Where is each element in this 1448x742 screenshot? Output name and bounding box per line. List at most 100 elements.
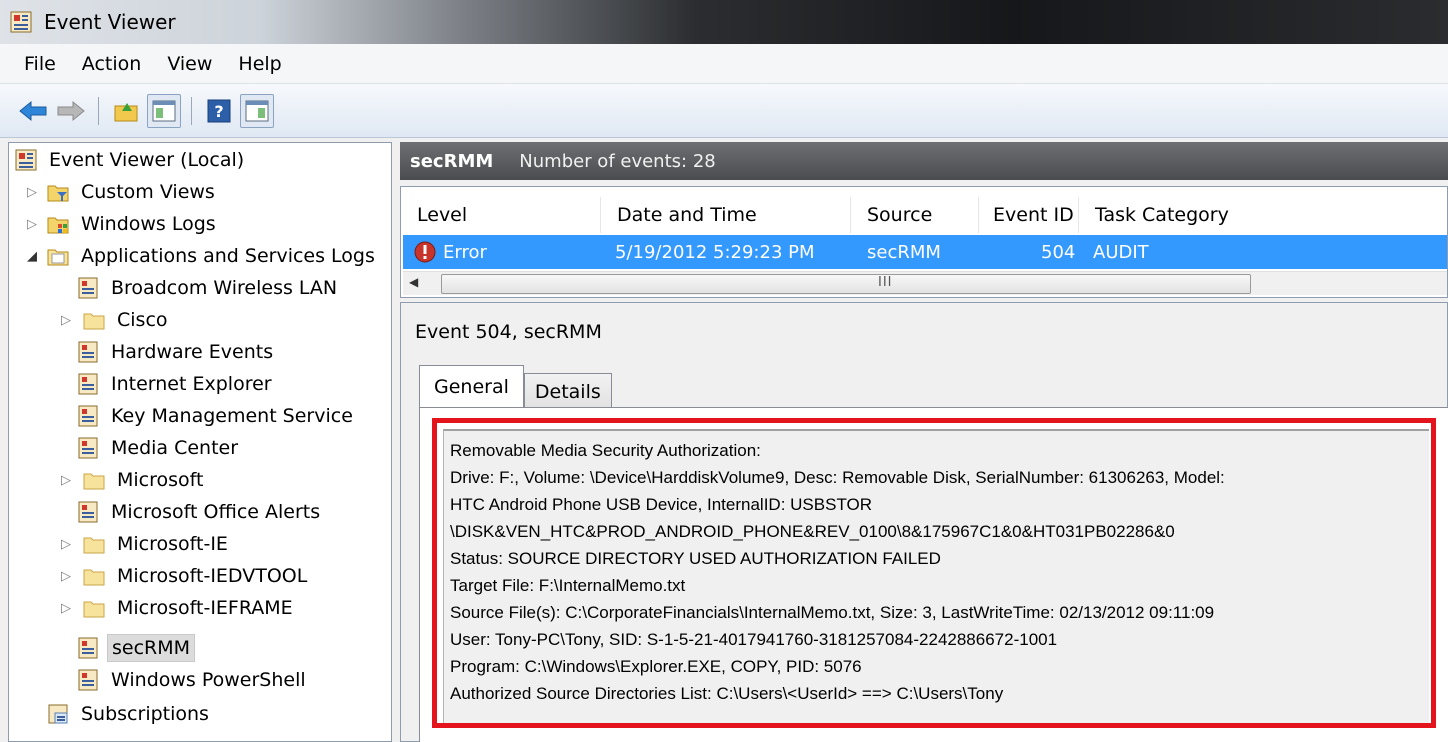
forward-arrow-icon — [57, 100, 85, 121]
table-row[interactable]: Error 5/19/2012 5:29:23 PM secRMM 504 AU… — [403, 235, 1447, 269]
forward-button[interactable] — [54, 94, 88, 128]
help-button[interactable]: ? — [202, 94, 236, 128]
expand-arrow-icon[interactable]: ▷ — [57, 593, 75, 623]
tree-item-microsoft-ieframe[interactable]: ▷ Microsoft-IEFRAME — [57, 593, 293, 623]
expand-arrow-icon[interactable]: ▷ — [57, 561, 75, 591]
tree-item-label: Microsoft-IEDVTOOL — [117, 565, 308, 587]
tab-details[interactable]: Details — [523, 373, 612, 409]
expand-arrow-icon[interactable]: ▷ — [57, 529, 75, 559]
up-one-level-button[interactable] — [109, 94, 143, 128]
highlight-annotation: Removable Media Security Authorization: … — [432, 418, 1436, 728]
tree-item-microsoft-iedvtool[interactable]: ▷ Microsoft-IEDVTOOL — [57, 561, 307, 591]
log-icon — [78, 501, 98, 523]
show-hide-console-tree-button[interactable] — [147, 93, 181, 128]
column-date-and-time[interactable]: Date and Time — [601, 197, 851, 233]
cell-level: Error — [443, 241, 487, 263]
description-line: Authorized Source Directories List: C:\U… — [450, 684, 1004, 703]
cell-source: secRMM — [867, 241, 941, 263]
tree-item-microsoft[interactable]: ▷ Microsoft — [57, 465, 203, 495]
expand-arrow-icon[interactable]: ▷ — [23, 177, 41, 207]
up-folder-icon — [114, 102, 138, 121]
tree-item-subscriptions[interactable]: Subscriptions — [41, 699, 209, 729]
error-icon — [414, 241, 436, 263]
cell-task-category: AUDIT — [1093, 241, 1149, 263]
cell-date-and-time: 5/19/2012 5:29:23 PM — [615, 241, 815, 263]
tree-item-applications-and-services-logs[interactable]: ◢ Applications and Services Logs — [23, 241, 375, 271]
log-icon — [78, 341, 98, 363]
expand-arrow-icon[interactable]: ▷ — [57, 305, 75, 335]
tree-item-label: Event Viewer (Local) — [49, 149, 245, 171]
tree-item-internet-explorer[interactable]: Internet Explorer — [71, 369, 272, 399]
console-tree[interactable]: Event Viewer (Local) ▷ Custom Views ▷ Wi… — [8, 142, 392, 742]
tree-item-label: Windows Logs — [81, 213, 216, 235]
folder-filter-icon — [47, 185, 69, 202]
tree-item-label: Microsoft Office Alerts — [111, 501, 321, 523]
scrollbar-thumb[interactable]: III — [441, 274, 1251, 294]
event-viewer-icon — [15, 149, 37, 171]
tree-item-custom-views[interactable]: ▷ Custom Views — [23, 177, 215, 207]
tree-item-windows-logs[interactable]: ▷ Windows Logs — [23, 209, 216, 239]
event-description[interactable]: Removable Media Security Authorization: … — [443, 429, 1429, 723]
column-level[interactable]: Level — [401, 197, 601, 233]
detail-tabs: General Details — [419, 365, 612, 409]
log-icon — [78, 437, 98, 459]
log-icon — [78, 373, 98, 395]
log-header: secRMM Number of events: 28 — [400, 142, 1448, 180]
description-line: \DISK&VEN_HTC&PROD_ANDROID_PHONE&REV_010… — [450, 522, 1175, 541]
column-source[interactable]: Source — [851, 197, 979, 233]
column-task-category[interactable]: Task Category — [1079, 197, 1439, 233]
log-icon — [78, 637, 98, 659]
log-icon — [78, 669, 98, 691]
menu-action[interactable]: Action — [69, 49, 155, 79]
grid-header: Level Date and Time Source Event ID Task… — [401, 197, 1448, 233]
tree-item-media-center[interactable]: Media Center — [71, 433, 238, 463]
expand-arrow-icon[interactable]: ▷ — [57, 465, 75, 495]
title-bar[interactable]: Event Viewer — [0, 0, 1448, 44]
menu-view[interactable]: View — [154, 49, 225, 79]
column-event-id[interactable]: Event ID — [979, 197, 1079, 233]
description-line: HTC Android Phone USB Device, InternalID… — [450, 495, 873, 514]
events-grid[interactable]: Level Date and Time Source Event ID Task… — [400, 186, 1448, 298]
log-name: secRMM — [410, 150, 494, 172]
tree-item-secrmm[interactable]: secRMM — [71, 633, 196, 663]
expand-arrow-icon[interactable]: ▷ — [23, 209, 41, 239]
tab-general[interactable]: General — [419, 365, 524, 407]
folder-icon — [83, 601, 105, 618]
tree-item-microsoft-ie[interactable]: ▷ Microsoft-IE — [57, 529, 228, 559]
event-count: Number of events: 28 — [519, 150, 716, 172]
description-line: Program: C:\Windows\Explorer.EXE, COPY, … — [450, 657, 862, 676]
tree-item-microsoft-office-alerts[interactable]: Microsoft Office Alerts — [71, 497, 320, 527]
folder-icon — [83, 569, 105, 586]
tree-item-label: Microsoft — [117, 469, 204, 491]
tree-item-broadcom-wireless-lan[interactable]: Broadcom Wireless LAN — [71, 273, 337, 303]
horizontal-scrollbar[interactable]: ◀ III — [403, 271, 1447, 295]
back-arrow-icon — [19, 100, 47, 121]
scroll-left-arrow-icon[interactable]: ◀ — [409, 275, 418, 289]
toolbar-separator — [98, 96, 99, 125]
log-icon — [78, 277, 98, 299]
tree-item-label: Hardware Events — [111, 341, 274, 363]
tree-item-windows-powershell[interactable]: Windows PowerShell — [71, 665, 306, 695]
tree-item-label: Microsoft-IE — [117, 533, 228, 555]
toolbar-separator — [191, 96, 192, 125]
toolbar: ? — [0, 84, 1448, 138]
menu-file[interactable]: File — [12, 49, 69, 79]
event-title: Event 504, secRMM — [415, 321, 602, 343]
show-hide-console-tree-icon — [152, 100, 176, 121]
folder-icon — [83, 313, 105, 330]
tree-item-event-viewer-local[interactable]: Event Viewer (Local) — [15, 145, 244, 175]
tree-item-hardware-events[interactable]: Hardware Events — [71, 337, 273, 367]
event-viewer-icon — [10, 11, 32, 33]
menu-help[interactable]: Help — [225, 49, 294, 79]
scroll-grip: III — [878, 275, 893, 290]
subscriptions-icon — [48, 704, 68, 724]
tree-item-label: Cisco — [117, 309, 168, 331]
tree-item-cisco[interactable]: ▷ Cisco — [57, 305, 168, 335]
description-line: Removable Media Security Authorization: — [450, 441, 761, 460]
tree-item-key-management-service[interactable]: Key Management Service — [71, 401, 353, 431]
back-button[interactable] — [16, 94, 50, 128]
tree-item-label: Broadcom Wireless LAN — [111, 277, 338, 299]
show-hide-action-pane-button[interactable] — [240, 93, 274, 128]
collapse-arrow-icon[interactable]: ◢ — [23, 241, 41, 271]
help-icon: ? — [207, 99, 231, 122]
